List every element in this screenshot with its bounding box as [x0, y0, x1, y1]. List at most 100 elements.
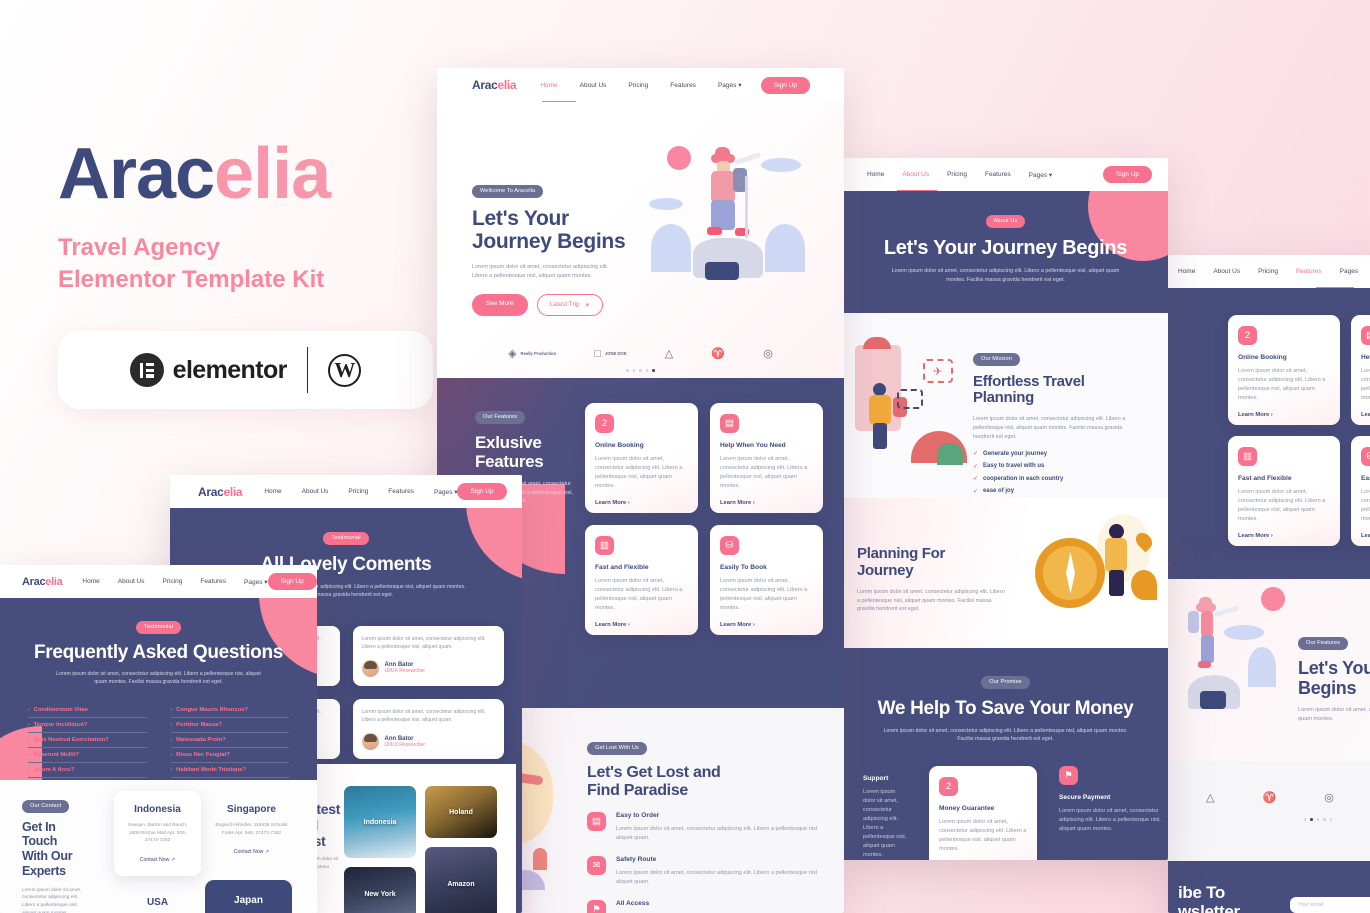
nav-item-home[interactable]: Home — [264, 488, 281, 495]
feature-card[interactable]: ⛁ Easily To Book Lorem ipsum dolor sit a… — [1351, 436, 1370, 546]
faq-item[interactable]: › Malesuada Proin? — [170, 733, 289, 748]
nav-item-about[interactable]: About Us — [1213, 268, 1240, 275]
learn-more-link[interactable]: Learn More › — [1361, 533, 1370, 539]
carousel-dots[interactable] — [437, 369, 844, 372]
nav-faq-page[interactable]: Aracelia Home About Us Pricing Features … — [0, 565, 317, 598]
faq-item[interactable]: › Condimentum Vitae — [28, 703, 147, 718]
nav-item-pricing[interactable]: Pricing — [947, 171, 967, 178]
nav-item-home[interactable]: Home — [1178, 268, 1195, 275]
nav-item-pages[interactable]: Pages ▾ — [434, 488, 458, 496]
signup-button[interactable]: Sign Up — [457, 483, 507, 500]
item-title: Easy to Order — [616, 811, 660, 819]
destination-card[interactable]: New York — [344, 867, 416, 913]
nav-item-pages[interactable]: Pages — [1340, 268, 1358, 275]
feature-card-body: Lorem ipsum dolor sit amet, consectetur … — [1361, 489, 1370, 523]
testimonial-card[interactable]: Lorem ipsum dolor sit amet, consectetur … — [352, 698, 504, 760]
learn-more-link[interactable]: Learn More › — [1238, 412, 1330, 418]
newsletter-email-input[interactable]: Your email — [1290, 897, 1370, 913]
faq-item[interactable]: › Risus Nec Feugiat? — [170, 748, 289, 763]
feature-card[interactable]: 2 Online Booking Lorem ipsum dolor sit a… — [585, 403, 698, 513]
nav-item-features[interactable]: Features — [670, 82, 696, 89]
learn-more-link[interactable]: Learn More › — [720, 622, 813, 628]
feature-card[interactable]: ▤ Help When You Need Lorem ipsum dolor s… — [1351, 315, 1370, 425]
nav-item-features[interactable]: Features — [985, 171, 1011, 178]
see-more-button[interactable]: See More — [472, 293, 528, 316]
office-card-usa[interactable]: USA — [114, 884, 201, 913]
faq-item[interactable]: › Tempor Incididunt? — [28, 718, 147, 733]
decor-circle — [667, 146, 691, 170]
nav-home-page[interactable]: Aracelia Home About Us Pricing Features … — [437, 68, 844, 102]
destination-card[interactable]: Holand — [425, 786, 497, 838]
nav-testimonials-page[interactable]: Aracelia Home About Us Pricing Features … — [170, 475, 522, 508]
faq-item[interactable]: › Ipsum A Arcu? — [28, 763, 147, 778]
testimonial-card[interactable]: Lorem ipsum dolor sit amet, consectetur … — [352, 625, 504, 686]
contact-now-link[interactable]: Contact Now ↗ — [124, 857, 191, 863]
learn-more-link[interactable]: Learn More › — [595, 622, 688, 628]
nav-links[interactable]: Home About Us Pricing Features Pages — [1178, 268, 1358, 275]
mockup-about-page[interactable]: Home About Us Pricing Features Pages ▾ S… — [843, 158, 1168, 860]
nav-item-about[interactable]: About Us — [580, 82, 607, 89]
faq-item[interactable]: › Habitant Morbi Tristique? — [170, 763, 289, 778]
nav-links[interactable]: Home About Us Pricing Features Pages ▾ — [264, 488, 457, 496]
signup-button[interactable]: Sign Up — [1102, 166, 1152, 183]
nav-item-home[interactable]: Home — [867, 171, 884, 178]
nav-item-features[interactable]: Features — [200, 578, 226, 585]
feature-card[interactable]: ⛁ Easily To Book Lorem ipsum dolor sit a… — [710, 525, 823, 635]
nav-item-pricing[interactable]: Pricing — [1258, 268, 1278, 275]
nav-item-about[interactable]: About Us — [302, 488, 329, 495]
promise-card[interactable]: ⚑ Secure Payment Lorem ipsum dolor sit a… — [1059, 765, 1167, 860]
feature-card[interactable]: ▤ Help When You Need Lorem ipsum dolor s… — [710, 403, 823, 513]
nav-item-pricing[interactable]: Pricing — [163, 578, 183, 585]
office-card-singapore[interactable]: Singapore Bogisich-Windler, 119439 Schul… — [208, 791, 295, 876]
feature-card[interactable]: 2 Online Booking Lorem ipsum dolor sit a… — [1228, 315, 1340, 425]
nav-item-about[interactable]: About Us — [902, 171, 929, 178]
brand-logo[interactable]: Aracelia — [472, 78, 517, 92]
contact-now-link[interactable]: Contact Now ↗ — [212, 849, 291, 855]
promise-card[interactable]: 2 Money Guarantee Lorem ipsum dolor sit … — [929, 765, 1037, 860]
nav-item-pricing[interactable]: Pricing — [628, 82, 648, 89]
learn-more-link[interactable]: Learn More › — [1361, 412, 1370, 418]
brand-logo[interactable]: Aracelia — [22, 576, 63, 588]
destination-card[interactable]: Amazon — [425, 847, 497, 913]
mockup-faq-page[interactable]: Aracelia Home About Us Pricing Features … — [0, 565, 317, 913]
nav-features-page[interactable]: Home About Us Pricing Features Pages — [1168, 255, 1370, 288]
destination-card[interactable]: Indonesia — [344, 786, 416, 858]
office-card-indonesia[interactable]: Indonesia Sawayn, Barton and Bauch, 1808… — [114, 791, 201, 876]
nav-item-features[interactable]: Features — [1296, 268, 1322, 275]
learn-more-link[interactable]: Learn More › — [595, 500, 688, 506]
features-hero-copy: Our Features Let's Your Begins Lorem ips… — [1298, 631, 1370, 724]
nav-item-features[interactable]: Features — [388, 488, 414, 495]
nav-item-pages[interactable]: Pages ▾ — [244, 578, 268, 586]
nav-item-about[interactable]: About Us — [118, 578, 145, 585]
office-card-japan[interactable]: Japan — [205, 880, 292, 913]
nav-item-pages[interactable]: Pages ▾ — [1029, 171, 1053, 179]
feature-card[interactable]: ▥ Fast and Flexible Lorem ipsum dolor si… — [1228, 436, 1340, 546]
brand-logo[interactable]: Aracelia — [198, 485, 243, 499]
promise-left-card[interactable]: Support Lorem ipsum dolor sit amet, cons… — [863, 766, 907, 860]
signup-button[interactable]: Sign Up — [267, 573, 317, 590]
faq-item[interactable]: › Congue Mauris Rhoncus? — [170, 703, 289, 718]
faq-item[interactable]: › Quis Nostrud Exercitation? — [28, 733, 147, 748]
feature-card[interactable]: ▥ Fast and Flexible Lorem ipsum dolor si… — [585, 525, 698, 635]
nav-item-pricing[interactable]: Pricing — [348, 488, 368, 495]
section-pill: Testimonial — [135, 620, 182, 634]
contact-title-line2: Touch — [22, 834, 58, 849]
nav-links[interactable]: Home About Us Pricing Features Pages ▾ — [867, 171, 1052, 179]
learn-more-link[interactable]: Learn More › — [1238, 533, 1330, 539]
nav-links[interactable]: Home About Us Pricing Features Pages ▾ — [82, 578, 267, 586]
carousel-dots[interactable] — [1168, 818, 1370, 821]
nav-item-pages[interactable]: Pages ▾ — [718, 81, 742, 89]
nav-item-home[interactable]: Home — [540, 82, 557, 89]
faq-item[interactable]: › Porttitor Massa? — [170, 718, 289, 733]
nav-about-page[interactable]: Home About Us Pricing Features Pages ▾ S… — [843, 158, 1168, 191]
nav-links[interactable]: Home About Us Pricing Features Pages ▾ — [540, 81, 742, 90]
mission-title-line2: Planning — [973, 389, 1034, 407]
latest-trip-button[interactable]: Latest Trip ✶ — [536, 293, 603, 316]
signup-button[interactable]: Sign Up — [760, 76, 810, 94]
nav-item-home[interactable]: Home — [82, 578, 99, 585]
learn-more-link[interactable]: Learn More › — [720, 500, 813, 506]
promise-card-row: Support Lorem ipsum dolor sit amet, cons… — [843, 744, 1168, 860]
mockup-features-hero[interactable]: Our Features Let's Your Begins Lorem ips… — [1168, 563, 1370, 913]
faq-item[interactable]: › Deserunt Mollit? — [28, 748, 147, 763]
contact-title-line3: With Our — [22, 849, 73, 863]
